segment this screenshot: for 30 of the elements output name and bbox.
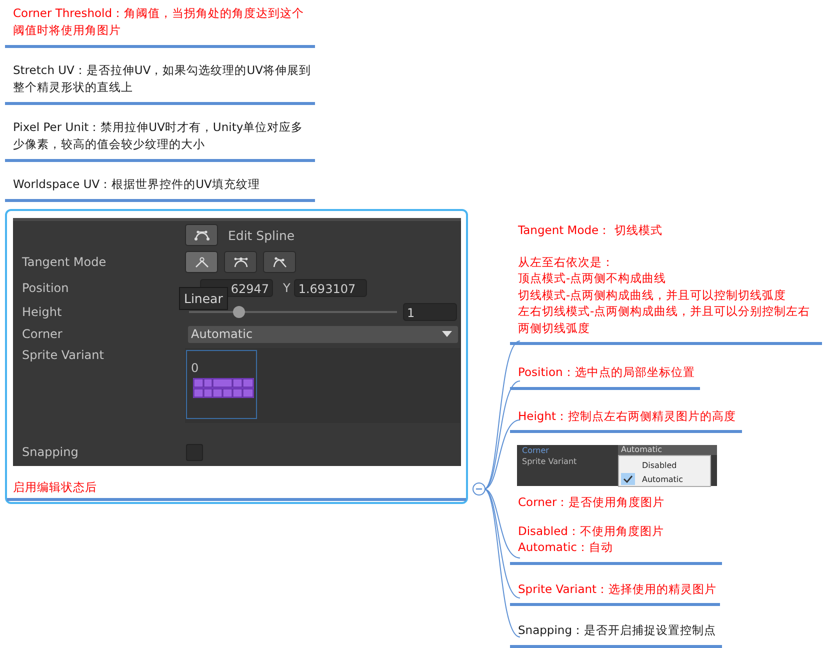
note-text: Worldspace UV：根据世界控件的UV填充纹理 xyxy=(12,176,261,193)
snapping-label: Snapping xyxy=(22,445,80,459)
sprite-variant-label: Sprite Variant xyxy=(22,348,105,362)
y-axis-label: Y xyxy=(283,281,290,295)
note-text: Sprite Variant：选择使用的精灵图片 xyxy=(518,580,718,597)
dropdown-header: Automatic xyxy=(618,445,717,455)
corner-label: Corner xyxy=(522,446,550,455)
height-label: Height xyxy=(22,305,63,319)
note-text: Position：选中点的局部坐标位置 xyxy=(518,364,696,380)
note-text: 从左至右依次是： xyxy=(518,254,615,270)
note-text: 顶点模式-点两侧不构成曲线 xyxy=(518,270,668,286)
note-text: Corner：是否使用角度图片 xyxy=(518,494,666,510)
note-text: Disabled：不使用角度图片 xyxy=(518,522,665,539)
note-text: Corner Threshold：角阈值，当拐角处的角度达到这个阈值时将使用角图片 xyxy=(12,5,306,39)
note-text: Pixel Per Unit：禁用拉伸UV时才有，Unity单位对应多少像素，较高的值会较少纹理的大小 xyxy=(12,119,304,153)
corner-label: Corner xyxy=(22,327,64,341)
node-caption: 启用编辑状态后 xyxy=(13,479,98,495)
note-text: Snapping：是否开启捕捉设置控制点 xyxy=(518,622,718,638)
edit-spline-label: Edit Spline xyxy=(228,228,295,242)
note-text: Automatic：自动 xyxy=(518,539,614,556)
note-text: Tangent Mode： 切线模式 xyxy=(518,222,664,238)
tooltip: Linear xyxy=(179,287,228,310)
sprite-variant-label: Sprite Variant xyxy=(522,457,578,466)
note-text: 左右切线模式-点两侧构成曲线，并且可以分别控制左右两侧切线弧度 xyxy=(518,303,812,336)
sprite-index: 0 xyxy=(191,361,200,375)
note-text: Height：控制点左右两侧精灵图片的高度 xyxy=(518,408,738,424)
position-label: Position xyxy=(22,281,70,295)
tangent-mode-label: Tangent Mode xyxy=(22,255,108,269)
note-text: Stretch UV：是否拉伸UV，如果勾选纹理的UV将伸展到整个精灵形状的直线上 xyxy=(12,62,312,96)
note-text: 切线模式-点两侧构成曲线，并且可以控制切线弧度 xyxy=(518,286,788,303)
